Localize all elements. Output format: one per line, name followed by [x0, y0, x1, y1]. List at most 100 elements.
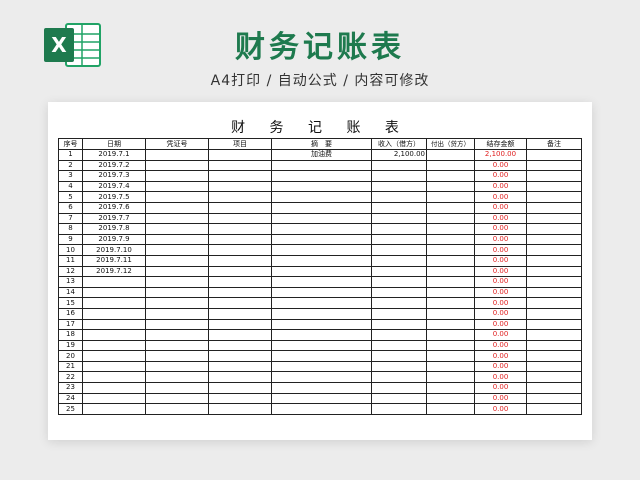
voucher-cell[interactable] [145, 276, 209, 288]
item-cell[interactable] [208, 276, 272, 288]
expense-cell[interactable] [426, 159, 475, 172]
row-number-cell[interactable]: 7 [58, 212, 83, 225]
balance-cell[interactable]: 0.00 [474, 329, 527, 341]
note-cell[interactable] [526, 233, 582, 246]
date-cell[interactable]: 2019.7.7 [82, 212, 146, 225]
row-number-cell[interactable]: 18 [58, 329, 83, 341]
voucher-cell[interactable] [145, 159, 209, 172]
item-cell[interactable] [208, 191, 272, 203]
date-cell[interactable]: 2019.7.12 [82, 265, 146, 278]
income-cell[interactable]: 2,100.00 [371, 149, 427, 161]
date-cell[interactable] [82, 297, 146, 309]
date-cell[interactable] [82, 392, 146, 405]
note-cell[interactable] [526, 371, 582, 384]
row-number-cell[interactable]: 16 [58, 307, 83, 320]
note-cell[interactable] [526, 191, 582, 203]
voucher-cell[interactable] [145, 265, 209, 278]
income-cell[interactable] [371, 254, 427, 267]
voucher-cell[interactable] [145, 149, 209, 161]
summary-cell[interactable] [271, 170, 372, 182]
note-cell[interactable] [526, 212, 582, 225]
date-cell[interactable]: 2019.7.4 [82, 180, 146, 193]
item-cell[interactable] [208, 244, 272, 256]
note-cell[interactable] [526, 276, 582, 288]
summary-cell[interactable]: 加油费 [271, 149, 372, 161]
note-cell[interactable] [526, 382, 582, 394]
balance-cell[interactable]: 0.00 [474, 403, 527, 415]
summary-cell[interactable] [271, 254, 372, 267]
voucher-cell[interactable] [145, 244, 209, 256]
income-cell[interactable] [371, 318, 427, 331]
item-cell[interactable] [208, 350, 272, 362]
summary-cell[interactable] [271, 392, 372, 405]
summary-cell[interactable] [271, 318, 372, 331]
note-cell[interactable] [526, 265, 582, 278]
item-cell[interactable] [208, 297, 272, 309]
balance-cell[interactable]: 0.00 [474, 307, 527, 320]
expense-cell[interactable] [426, 191, 475, 203]
summary-cell[interactable] [271, 265, 372, 278]
balance-cell[interactable]: 0.00 [474, 382, 527, 394]
voucher-cell[interactable] [145, 223, 209, 235]
voucher-cell[interactable] [145, 170, 209, 182]
summary-cell[interactable] [271, 297, 372, 309]
row-number-cell[interactable]: 13 [58, 276, 83, 288]
item-cell[interactable] [208, 339, 272, 352]
summary-cell[interactable] [271, 350, 372, 362]
date-cell[interactable]: 2019.7.2 [82, 159, 146, 172]
date-cell[interactable]: 2019.7.11 [82, 254, 146, 267]
balance-cell[interactable]: 0.00 [474, 371, 527, 384]
expense-cell[interactable] [426, 339, 475, 352]
date-cell[interactable] [82, 350, 146, 362]
item-cell[interactable] [208, 403, 272, 415]
income-cell[interactable] [371, 233, 427, 246]
expense-cell[interactable] [426, 265, 475, 278]
item-cell[interactable] [208, 180, 272, 193]
voucher-cell[interactable] [145, 191, 209, 203]
expense-cell[interactable] [426, 212, 475, 225]
summary-cell[interactable] [271, 212, 372, 225]
note-cell[interactable] [526, 159, 582, 172]
expense-cell[interactable] [426, 276, 475, 288]
income-cell[interactable] [371, 382, 427, 394]
row-number-cell[interactable]: 4 [58, 180, 83, 193]
row-number-cell[interactable]: 2 [58, 159, 83, 172]
voucher-cell[interactable] [145, 382, 209, 394]
balance-cell[interactable]: 0.00 [474, 286, 527, 299]
income-cell[interactable] [371, 212, 427, 225]
note-cell[interactable] [526, 223, 582, 235]
date-cell[interactable]: 2019.7.10 [82, 244, 146, 256]
summary-cell[interactable] [271, 382, 372, 394]
row-number-cell[interactable]: 23 [58, 382, 83, 394]
income-cell[interactable] [371, 276, 427, 288]
row-number-cell[interactable]: 6 [58, 201, 83, 214]
note-cell[interactable] [526, 307, 582, 320]
balance-cell[interactable]: 0.00 [474, 223, 527, 235]
expense-cell[interactable] [426, 233, 475, 246]
date-cell[interactable]: 2019.7.3 [82, 170, 146, 182]
income-cell[interactable] [371, 297, 427, 309]
note-cell[interactable] [526, 392, 582, 405]
item-cell[interactable] [208, 307, 272, 320]
voucher-cell[interactable] [145, 233, 209, 246]
voucher-cell[interactable] [145, 371, 209, 384]
note-cell[interactable] [526, 201, 582, 214]
row-number-cell[interactable]: 12 [58, 265, 83, 278]
expense-cell[interactable] [426, 350, 475, 362]
date-cell[interactable]: 2019.7.8 [82, 223, 146, 235]
date-cell[interactable] [82, 307, 146, 320]
balance-cell[interactable]: 0.00 [474, 350, 527, 362]
income-cell[interactable] [371, 371, 427, 384]
income-cell[interactable] [371, 360, 427, 373]
date-cell[interactable]: 2019.7.9 [82, 233, 146, 246]
row-number-cell[interactable]: 1 [58, 149, 83, 161]
date-cell[interactable] [82, 403, 146, 415]
note-cell[interactable] [526, 339, 582, 352]
summary-cell[interactable] [271, 276, 372, 288]
expense-cell[interactable] [426, 180, 475, 193]
income-cell[interactable] [371, 350, 427, 362]
income-cell[interactable] [371, 392, 427, 405]
note-cell[interactable] [526, 350, 582, 362]
summary-cell[interactable] [271, 180, 372, 193]
summary-cell[interactable] [271, 223, 372, 235]
